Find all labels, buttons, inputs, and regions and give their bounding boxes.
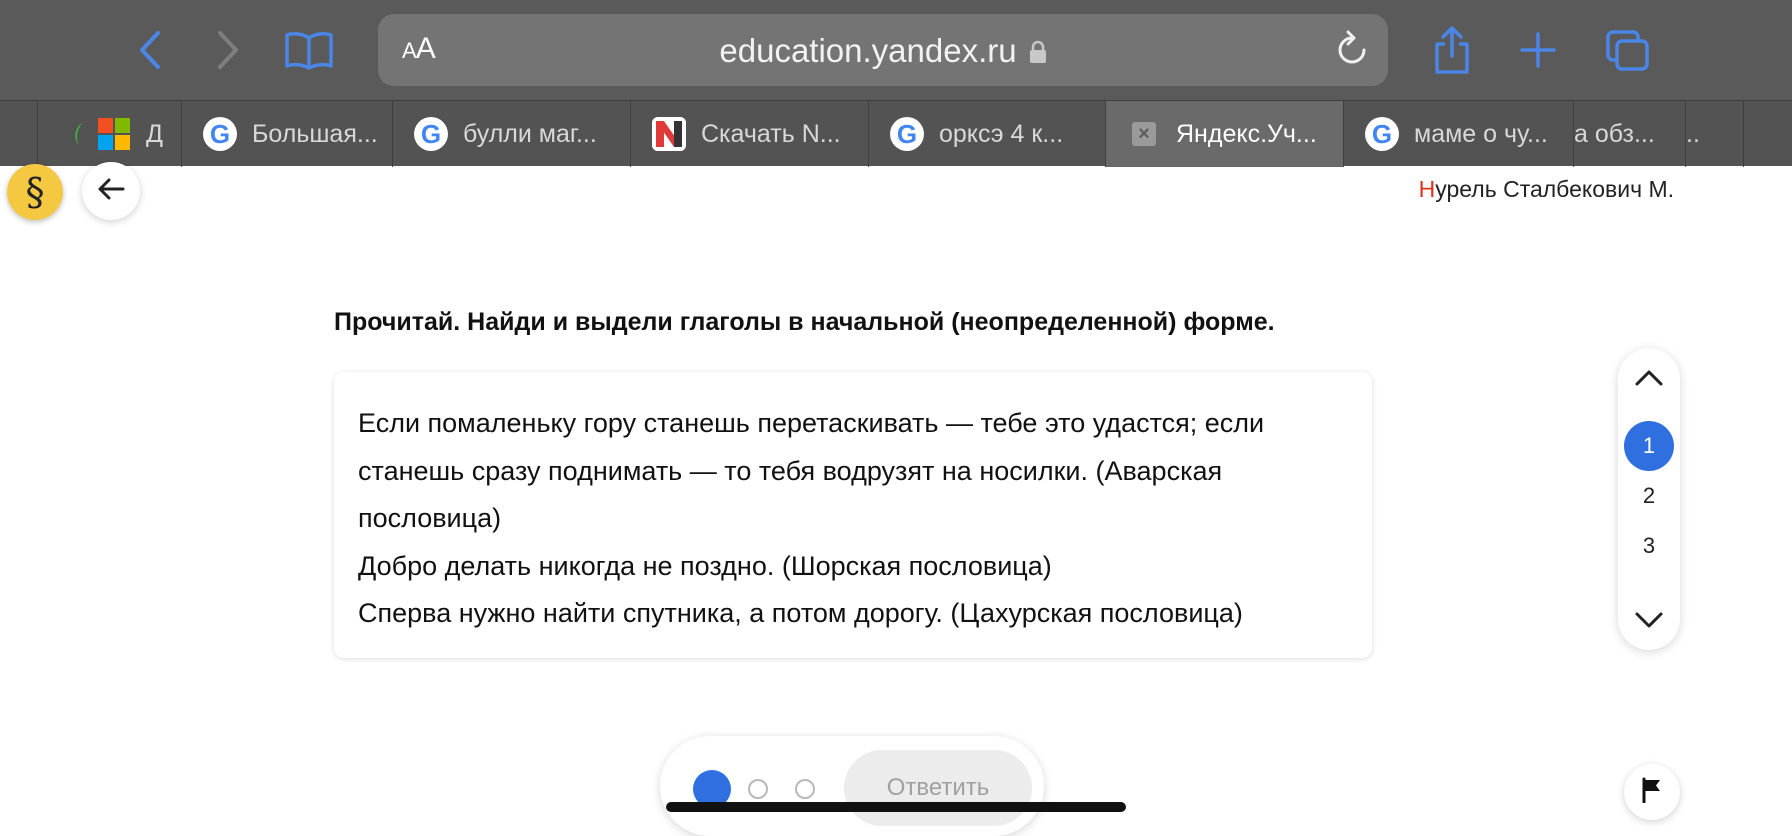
task-number-3[interactable]: 3 <box>1624 521 1674 571</box>
tab-obz[interactable]: а обз... <box>1574 101 1686 167</box>
tab-more[interactable]: .. <box>1686 101 1744 167</box>
report-button[interactable] <box>1624 764 1680 820</box>
tab-microsoft[interactable]: Д <box>38 101 182 167</box>
tab-google-bulli[interactable]: G булли маг... <box>393 101 631 167</box>
close-icon[interactable]: × <box>1126 116 1162 152</box>
n-icon <box>651 116 687 152</box>
text-paragraph: Если помаленьку гору станешь перетаскива… <box>358 408 1265 533</box>
home-indicator[interactable] <box>666 802 1126 812</box>
chevron-down-icon[interactable] <box>1618 600 1680 640</box>
answer-bar: Ответить <box>660 736 1044 836</box>
flag-icon <box>1640 777 1664 808</box>
task-title: Прочитай. Найди и выдели глаголы в начал… <box>334 308 1275 336</box>
chevron-left-icon[interactable] <box>130 26 170 74</box>
tab-pinned[interactable] <box>0 101 38 167</box>
browser-toolbar: AA education.yandex.ru <box>0 0 1792 100</box>
section-sign-logo[interactable]: § <box>7 164 63 220</box>
tab-label: .. <box>1686 119 1700 148</box>
tabs-icon[interactable] <box>1604 28 1652 74</box>
tab-label: а обз... <box>1574 119 1655 148</box>
tab-label: Д <box>146 119 163 148</box>
tab-label: маме о чу... <box>1414 119 1548 148</box>
text-paragraph: Сперва нужно найти спутника, а потом дор… <box>358 598 1243 628</box>
step-dot[interactable] <box>748 779 768 799</box>
task-number-2[interactable]: 2 <box>1624 471 1674 521</box>
back-button[interactable] <box>82 162 140 220</box>
google-icon: G <box>413 116 449 152</box>
tab-label: Скачать N... <box>701 119 841 148</box>
tab-google-mame[interactable]: G маме о чу... <box>1344 101 1574 167</box>
tab-google-bolshaya[interactable]: G Большая... <box>182 101 393 167</box>
task-navigator: 1 2 3 <box>1618 348 1680 650</box>
leaf-icon <box>72 116 82 152</box>
address-bar[interactable]: AA education.yandex.ru <box>378 14 1388 86</box>
user-name[interactable]: Нурель Сталбекович М. <box>1419 176 1674 203</box>
url-display: education.yandex.ru <box>378 32 1388 72</box>
reload-icon[interactable] <box>1334 30 1370 73</box>
tab-google-orkse[interactable]: G орксэ 4 к... <box>869 101 1106 167</box>
tab-empty[interactable] <box>1744 101 1792 167</box>
tab-label: Большая... <box>252 119 378 148</box>
tab-label: Яндекс.Уч... <box>1176 119 1317 148</box>
tab-bar: Д G Большая... G булли маг... Скачать N.… <box>0 100 1792 167</box>
microsoft-icon <box>96 116 132 152</box>
share-icon[interactable] <box>1430 22 1474 78</box>
chevron-right-icon[interactable] <box>208 26 248 74</box>
google-icon: G <box>1364 116 1400 152</box>
tab-skachat[interactable]: Скачать N... <box>631 101 869 167</box>
step-dot[interactable] <box>795 779 815 799</box>
tab-yandex-uchebnik[interactable]: × Яндекс.Уч... <box>1106 101 1344 167</box>
url-text: education.yandex.ru <box>719 32 1017 69</box>
chevron-up-icon[interactable] <box>1618 358 1680 398</box>
text-card: Если помаленьку гору станешь перетаскива… <box>334 372 1372 658</box>
user-initial: Н <box>1418 176 1436 202</box>
tab-label: орксэ 4 к... <box>939 119 1064 148</box>
user-name-rest: урель Сталбекович М. <box>1435 176 1674 202</box>
google-icon: G <box>202 116 238 152</box>
text-paragraph: Добро делать никогда не поздно. (Шорская… <box>358 550 1052 581</box>
plus-icon[interactable] <box>1518 30 1558 70</box>
google-icon: G <box>889 116 925 152</box>
tab-label: булли маг... <box>463 119 597 148</box>
task-number-1[interactable]: 1 <box>1624 421 1674 471</box>
arrow-left-icon <box>97 178 125 205</box>
answer-button[interactable]: Ответить <box>844 750 1032 826</box>
lock-icon <box>1029 34 1047 72</box>
book-icon[interactable] <box>282 26 336 74</box>
